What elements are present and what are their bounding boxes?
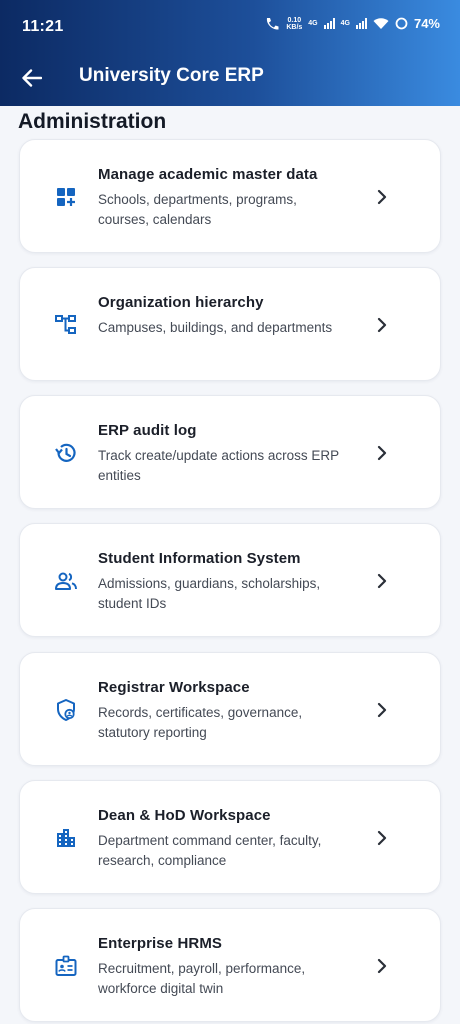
net-type-1: 4G bbox=[308, 20, 318, 27]
menu-item-academic-master-data[interactable]: Manage academic master data Schools, dep… bbox=[19, 139, 441, 253]
history-icon bbox=[55, 443, 76, 462]
app-title: University Core ERP bbox=[79, 65, 264, 86]
chevron-right-icon bbox=[377, 189, 387, 205]
people-icon bbox=[55, 572, 77, 590]
menu-item-subtitle: Department command center, faculty, rese… bbox=[98, 833, 322, 868]
chevron-right-icon bbox=[377, 573, 387, 589]
menu-item-title: Dean & HoD Workspace bbox=[98, 807, 271, 824]
menu-item-title: Student Information System bbox=[98, 550, 301, 567]
chevron-right-icon bbox=[377, 445, 387, 461]
chevron-right-icon bbox=[377, 830, 387, 846]
menu-item-subtitle: Track create/update actions across ERP e… bbox=[98, 448, 339, 483]
menu-item-subtitle: Admissions, guardians, scholarships, stu… bbox=[98, 576, 321, 611]
signal-icon-2 bbox=[355, 18, 367, 29]
shield-person-icon bbox=[57, 699, 75, 721]
battery-icon bbox=[395, 17, 408, 30]
account-tree-icon bbox=[55, 315, 76, 334]
badge-icon bbox=[55, 955, 77, 976]
call-icon bbox=[267, 17, 279, 30]
status-time: 11:21 bbox=[22, 18, 64, 35]
menu-item-title: Enterprise HRMS bbox=[98, 935, 223, 952]
menu-item-title: Organization hierarchy bbox=[98, 294, 264, 311]
signal-icon bbox=[323, 18, 335, 29]
menu-item-title: ERP audit log bbox=[98, 422, 197, 439]
menu-item-student-information-system[interactable]: Student Information System Admissions, g… bbox=[19, 523, 441, 637]
menu-item-subtitle: Campuses, buildings, and departments bbox=[98, 320, 333, 335]
menu-item-title: Manage academic master data bbox=[98, 166, 318, 183]
menu-item-dean-hod-workspace[interactable]: Dean & HoD Workspace Department command … bbox=[19, 780, 441, 894]
chevron-right-icon bbox=[377, 317, 387, 333]
status-icons: 0.10 KB/s 4G 4G 74% bbox=[264, 16, 440, 31]
apartment-icon bbox=[57, 829, 75, 847]
menu-item-subtitle: Recruitment, payroll, performance, workf… bbox=[98, 961, 306, 996]
battery-percent: 74% bbox=[413, 16, 440, 31]
menu-item-registrar-workspace[interactable]: Registrar Workspace Records, certificate… bbox=[19, 652, 441, 766]
app-header: 11:21 0.10 KB/s 4G 4G 74% University Cor… bbox=[0, 0, 460, 106]
menu-item-enterprise-hrms[interactable]: Enterprise HRMS Recruitment, payroll, pe… bbox=[19, 908, 441, 1022]
net-type-2: 4G bbox=[340, 20, 350, 27]
chevron-right-icon bbox=[377, 958, 387, 974]
net-speed: 0.10 KB/s bbox=[286, 16, 303, 31]
dashboard-add-icon bbox=[57, 188, 75, 206]
menu-item-subtitle: Records, certificates, governance, statu… bbox=[98, 705, 303, 740]
app-bar: University Core ERP bbox=[0, 54, 460, 106]
menu-item-erp-audit-log[interactable]: ERP audit log Track create/update action… bbox=[19, 395, 441, 509]
chevron-right-icon bbox=[377, 702, 387, 718]
back-button[interactable] bbox=[16, 62, 48, 94]
arrow-left-icon bbox=[22, 69, 42, 87]
menu-item-organization-hierarchy[interactable]: Organization hierarchy Campuses, buildin… bbox=[19, 267, 441, 381]
status-bar: 11:21 0.10 KB/s 4G 4G 74% bbox=[0, 0, 460, 54]
menu-item-subtitle: Schools, departments, programs, courses,… bbox=[98, 192, 297, 227]
section-title: Administration bbox=[18, 110, 167, 133]
menu-item-title: Registrar Workspace bbox=[98, 679, 250, 696]
wifi-icon bbox=[373, 18, 389, 29]
